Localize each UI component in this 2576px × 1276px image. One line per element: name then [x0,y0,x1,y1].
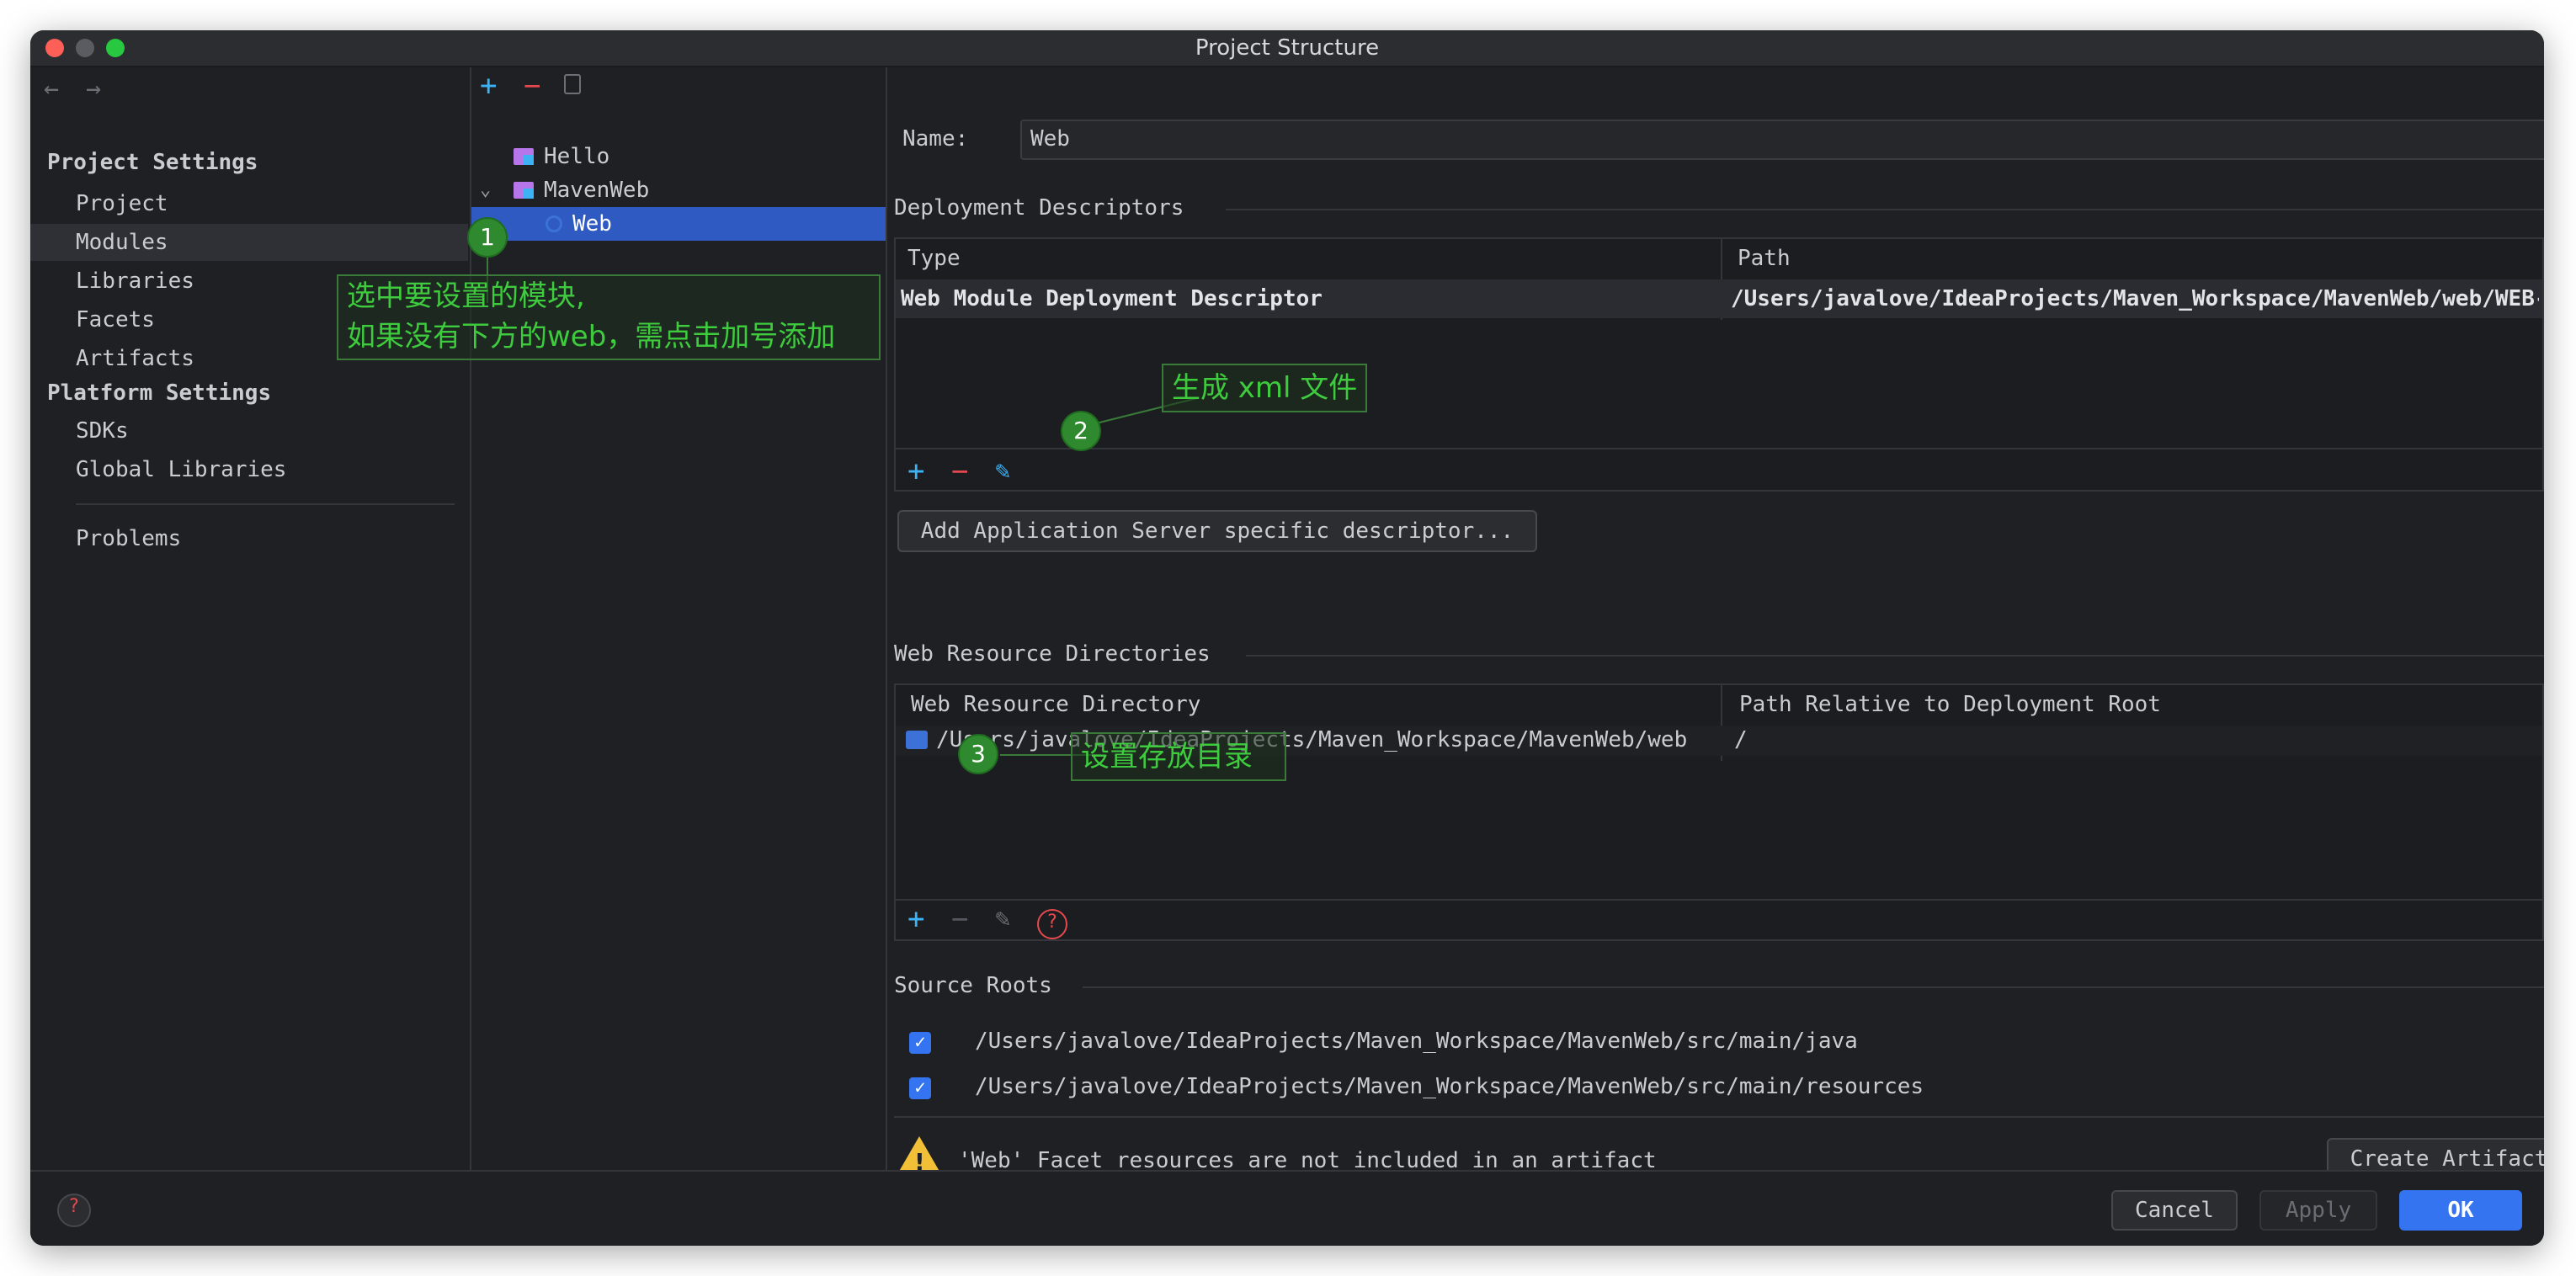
sidebar-item-project[interactable]: Project [30,185,468,222]
apply-button[interactable]: Apply [2259,1190,2377,1231]
ok-button[interactable]: OK [2399,1190,2522,1231]
section-separator [1246,655,2544,657]
settings-sidebar: ← → Project Settings Project Modules Lib… [30,67,471,1170]
section-separator [1226,209,2544,210]
chevron-down-icon[interactable]: ⌄ [480,173,491,207]
name-field-value: Web [1030,126,1070,152]
edit-resource-icon[interactable]: ✎ [995,902,1010,936]
section-separator [894,1116,2544,1118]
copy-icon[interactable] [564,74,581,94]
help-icon[interactable] [57,1194,91,1227]
tree-item-label: Hello [544,144,610,169]
annotation-badge-1: 1 [467,217,508,258]
edit-descriptor-icon[interactable]: ✎ [995,455,1010,488]
deployment-descriptors-table: Type Path Web Module Deployment Descript… [894,237,2544,492]
module-folder-icon [514,182,534,199]
toolbar-separator [896,448,2542,449]
source-root-checkbox[interactable]: ✓ [909,1077,931,1099]
sidebar-divider [76,503,455,505]
sidebar-item-global-libraries[interactable]: Global Libraries [30,451,468,488]
add-descriptor-icon[interactable]: + [907,455,924,488]
web-facet-icon [546,215,562,232]
descriptor-type-cell: Web Module Deployment Descriptor [901,286,1323,311]
table-row[interactable]: Web Module Deployment Descriptor /Users/… [896,279,2542,318]
annotation-badge-3: 3 [958,734,998,774]
table-header: Type Path [896,239,2542,281]
column-header-resource-directory[interactable]: Web Resource Directory [911,692,1200,717]
annotation-badge-2: 2 [1061,411,1101,451]
web-folder-icon [906,731,928,749]
toolbar-separator [896,899,2542,901]
add-server-descriptor-button[interactable]: Add Application Server specific descript… [897,510,1537,552]
tree-item-label: MavenWeb [544,178,650,203]
module-folder-icon [514,148,534,165]
annotation-callout-1: 选中要设置的模块, 如果没有下方的web，需点击加号添加 [337,274,881,360]
relative-path-cell: / [1734,727,1748,752]
platform-settings-header: Platform Settings [47,380,272,406]
source-root-path: /Users/javalove/IdeaProjects/Maven_Works… [975,1074,1924,1099]
tree-item-label: Web [572,211,612,237]
resource-directory-cell: /Users/javalove/IdeaProjects/Maven_Works… [936,727,1688,752]
sidebar-item-sdks[interactable]: SDKs [30,412,468,449]
add-resource-icon[interactable]: + [907,902,924,936]
annotation-callout-2: 生成 xml 文件 [1162,364,1367,412]
name-label: Name: [902,126,969,152]
title-bar: Project Structure [30,30,2544,67]
web-resource-directories-title: Web Resource Directories [894,641,1211,667]
descriptor-path-cell: /Users/javalove/IdeaProjects/Maven_Works… [1731,286,2539,311]
source-root-path: /Users/javalove/IdeaProjects/Maven_Works… [975,1029,1858,1054]
forward-arrow-icon[interactable]: → [86,74,101,104]
web-resource-table: Web Resource Directory Path Relative to … [894,683,2544,941]
remove-descriptor-icon[interactable]: − [951,455,968,488]
help-icon[interactable] [1037,909,1067,939]
annotation-text: 选中要设置的模块, [347,279,585,313]
project-structure-window: Project Structure ← → Project Settings P… [30,30,2544,1246]
sidebar-item-problems[interactable]: Problems [30,520,468,557]
remove-icon[interactable]: − [524,69,540,103]
annotation-callout-3: 设置存放目录 [1071,732,1286,781]
sidebar-item-modules[interactable]: Modules [30,224,468,261]
facet-details-panel: Name: Web Deployment Descriptors Type Pa… [887,67,2544,1180]
deployment-descriptors-title: Deployment Descriptors [894,195,1184,221]
tree-item-web[interactable]: Web [471,207,886,241]
cancel-button[interactable]: Cancel [2111,1190,2238,1231]
column-header-type[interactable]: Type [907,246,961,271]
dialog-button-bar: Cancel Apply OK [30,1170,2544,1246]
column-header-relative-path[interactable]: Path Relative to Deployment Root [1739,692,2161,717]
window-title: Project Structure [1195,35,1380,61]
source-root-checkbox[interactable]: ✓ [909,1032,931,1054]
source-roots-title: Source Roots [894,973,1052,998]
project-settings-header: Project Settings [47,150,258,175]
section-separator [1083,986,2544,988]
column-header-path[interactable]: Path [1738,246,1791,271]
modules-tree-panel: + − Hello ⌄ MavenWeb Web [471,67,887,1170]
tree-item-hello[interactable]: Hello [471,140,886,173]
name-field[interactable]: Web [1020,120,2544,160]
remove-resource-icon[interactable]: − [951,902,968,936]
annotation-text: 如果没有下方的web，需点击加号添加 [347,320,836,354]
tree-item-mavenweb[interactable]: ⌄ MavenWeb [471,173,886,207]
add-icon[interactable]: + [480,69,497,103]
table-header: Web Resource Directory Path Relative to … [896,685,2542,727]
back-arrow-icon[interactable]: ← [44,74,59,104]
